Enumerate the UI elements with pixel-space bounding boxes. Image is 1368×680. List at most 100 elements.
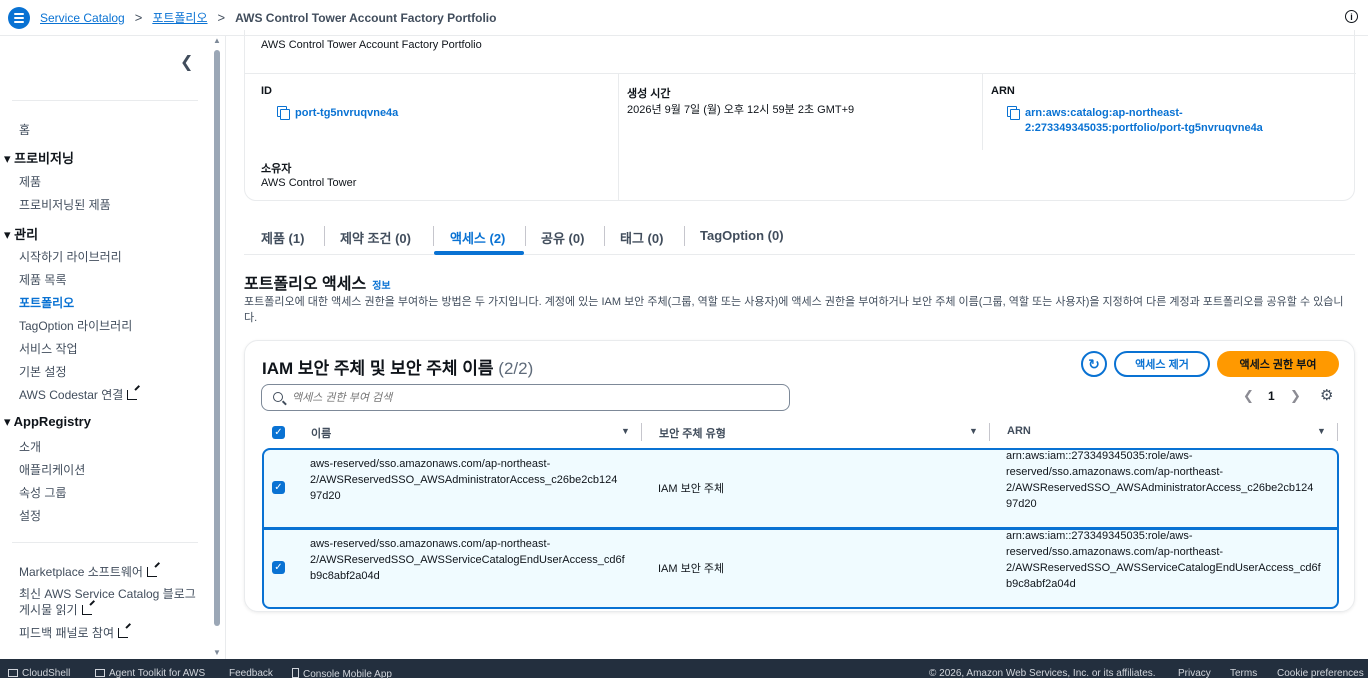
menu-icon[interactable] (8, 6, 30, 29)
id-label: ID (261, 85, 272, 97)
sidebar-item-home[interactable]: 홈 (19, 121, 30, 138)
sidebar-item-label: AWS Codestar 연결 (19, 388, 124, 402)
sidebar-section-label: AppRegistry (13, 414, 91, 429)
info-link[interactable]: 정보 (372, 281, 390, 292)
portfolio-description: AWS Control Tower Account Factory Portfo… (261, 39, 482, 51)
terms-link[interactable]: Terms (1230, 668, 1257, 679)
scroll-up-icon[interactable]: ▲ (213, 36, 221, 45)
id-value[interactable]: port-tg5nvruqvne4a (277, 105, 398, 120)
previous-page-icon[interactable]: ❮ (1243, 388, 1254, 404)
sidebar-link-marketplace[interactable]: Marketplace 소프트웨어 (19, 563, 157, 580)
tab-sharing[interactable]: 공유 (0) (541, 228, 584, 247)
remove-access-button[interactable]: 액세스 제거 (1114, 351, 1210, 377)
sidebar-item-service-actions[interactable]: 서비스 작업 (19, 340, 78, 357)
arn-link-line1[interactable]: arn:aws:catalog:ap-northeast- (1025, 107, 1183, 119)
sidebar-item-product-list[interactable]: 제품 목록 (19, 271, 67, 288)
sort-down-icon[interactable]: ▼ (1317, 426, 1326, 436)
sidebar-section-appregistry[interactable]: ▾ AppRegistry (4, 414, 91, 430)
info-icon[interactable]: i (1345, 10, 1358, 23)
access-title-text: 포트폴리오 액세스 (244, 276, 367, 293)
sidebar-item-intro[interactable]: 소개 (19, 438, 41, 455)
sidebar: ❮ 홈 ▾ 프로비저닝 제품 프로비저닝된 제품 ▾ 관리 시작하기 라이브러리… (0, 36, 226, 659)
tab-constraints[interactable]: 제약 조건 (0) (340, 228, 411, 247)
cell-line: reserved/sso.amazonaws.com/ap-northeast- (1006, 546, 1224, 558)
sidebar-link-blog-cont[interactable]: 게시물 읽기 (19, 601, 92, 618)
cell-line: arn:aws:iam::273349345035:role/aws- (1006, 530, 1193, 542)
sidebar-item-codestar[interactable]: AWS Codestar 연결 (19, 386, 138, 403)
cell-name: aws-reserved/sso.amazonaws.com/ap-northe… (310, 536, 625, 584)
cell-line: reserved/sso.amazonaws.com/ap-northeast- (1006, 466, 1224, 478)
sidebar-item-products[interactable]: 제품 (19, 173, 41, 190)
search-field[interactable] (261, 384, 790, 411)
collapse-sidebar-icon[interactable]: ❮ (180, 52, 193, 72)
sidebar-item-getting-started-library[interactable]: 시작하기 라이브러리 (19, 248, 122, 265)
breadcrumb-service-catalog[interactable]: Service Catalog (40, 11, 125, 25)
sidebar-item-preferences[interactable]: 기본 설정 (19, 363, 67, 380)
portfolio-details-card: AWS Control Tower Account Factory Portfo… (244, 30, 1356, 201)
sidebar-link-feedback[interactable]: 피드백 패널로 참여 (19, 624, 128, 641)
refresh-icon[interactable]: ↻ (1081, 351, 1107, 377)
row-checkbox[interactable]: ✓ (272, 561, 285, 574)
privacy-link[interactable]: Privacy (1178, 668, 1211, 679)
column-header-arn[interactable]: ARN (1007, 425, 1031, 437)
mobile-app-link[interactable]: Console Mobile App (292, 668, 392, 680)
agent-toolkit-link[interactable]: Agent Toolkit for AWS (95, 668, 205, 679)
cookie-preferences-link[interactable]: Cookie preferences (1277, 668, 1364, 679)
tab-products[interactable]: 제품 (1) (261, 228, 304, 247)
cell-line: b9c8abf2a04d (310, 570, 380, 582)
portfolio-description-row: AWS Control Tower Account Factory Portfo… (245, 30, 1356, 74)
gear-icon[interactable]: ⚙ (1320, 386, 1333, 404)
owner-label: 소유자 (261, 163, 292, 175)
cell-name: aws-reserved/sso.amazonaws.com/ap-northe… (310, 456, 617, 504)
portfolio-tabs: 제품 (1) 제약 조건 (0) 액세스 (2) 공유 (0) 태그 (0) T… (244, 222, 1355, 255)
external-link-icon (81, 605, 92, 615)
sidebar-section-admin[interactable]: ▾ 관리 (4, 224, 38, 243)
breadcrumb-portfolios[interactable]: 포트폴리오 (152, 9, 207, 26)
tab-tagoption[interactable]: TagOption (0) (700, 228, 784, 243)
arn-link-line2[interactable]: 2:273349345035:portfolio/port-tg5nvruqvn… (1025, 122, 1263, 134)
divider (604, 226, 605, 246)
sort-down-icon[interactable]: ▼ (969, 426, 978, 436)
feedback-link[interactable]: Feedback (229, 668, 273, 679)
table-row[interactable]: ✓ aws-reserved/sso.amazonaws.com/ap-nort… (262, 448, 1339, 529)
sidebar-item-attribute-groups[interactable]: 속성 그룹 (19, 484, 67, 501)
grant-access-button[interactable]: 액세스 권한 부여 (1217, 351, 1339, 377)
next-page-icon[interactable]: ❯ (1290, 388, 1301, 404)
created-value: 2026년 9월 7일 (월) 오후 12시 59분 2초 GMT+9 (627, 104, 855, 116)
sidebar-item-tagoption-library[interactable]: TagOption 라이브러리 (19, 317, 132, 334)
sidebar-item-applications[interactable]: 애플리케이션 (19, 461, 85, 478)
sidebar-item-settings[interactable]: 설정 (19, 507, 41, 524)
tab-access[interactable]: 액세스 (2) (450, 228, 505, 247)
external-link-icon (127, 390, 138, 400)
sidebar-section-provisioning[interactable]: ▾ 프로비저닝 (4, 148, 74, 167)
cell-line: aws-reserved/sso.amazonaws.com/ap-northe… (310, 458, 551, 470)
copyright: © 2026, Amazon Web Services, Inc. or its… (929, 668, 1156, 679)
row-checkbox[interactable]: ✓ (272, 481, 285, 494)
page-number[interactable]: 1 (1268, 389, 1275, 403)
column-header-principal-type[interactable]: 보안 주체 유형 (659, 425, 726, 441)
arn-value[interactable]: arn:aws:catalog:ap-northeast- 2:27334934… (1007, 105, 1263, 136)
tab-tags[interactable]: 태그 (0) (620, 228, 663, 247)
select-all-checkbox[interactable]: ✓ (272, 426, 285, 439)
scroll-down-icon[interactable]: ▼ (213, 648, 221, 657)
id-link[interactable]: port-tg5nvruqvne4a (295, 107, 398, 119)
sidebar-link-blog[interactable]: 최신 AWS Service Catalog 블로그 (19, 585, 196, 602)
copy-icon[interactable] (277, 106, 290, 120)
sort-down-icon[interactable]: ▼ (621, 426, 630, 436)
column-resizer[interactable] (1337, 423, 1338, 441)
access-section-title: 포트폴리오 액세스 정보 (244, 270, 391, 294)
toolkit-icon (95, 669, 105, 677)
column-resizer[interactable] (989, 423, 990, 441)
column-resizer[interactable] (641, 423, 642, 441)
copy-icon[interactable] (1007, 106, 1020, 120)
column-header-name[interactable]: 이름 (311, 425, 331, 441)
terminal-icon (8, 669, 18, 677)
cloudshell-link[interactable]: CloudShell (8, 668, 70, 679)
chevron-right-icon: > (134, 10, 143, 25)
table-row[interactable]: ✓ aws-reserved/sso.amazonaws.com/ap-nort… (262, 528, 1339, 609)
scrollbar-thumb[interactable] (214, 50, 220, 626)
sidebar-item-portfolios[interactable]: 포트폴리오 (19, 294, 74, 311)
search-input[interactable] (292, 389, 782, 407)
sidebar-item-provisioned-products[interactable]: 프로비저닝된 제품 (19, 196, 111, 213)
cell-principal-type: IAM 보안 주체 (658, 563, 725, 575)
